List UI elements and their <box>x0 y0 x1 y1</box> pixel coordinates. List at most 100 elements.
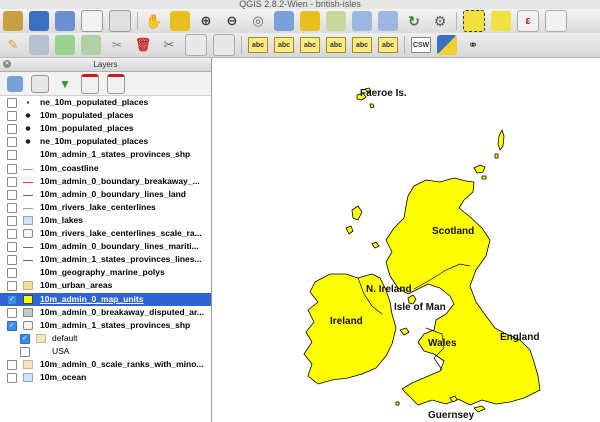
layer-visibility-checkbox[interactable] <box>7 111 17 122</box>
paste-features-icon[interactable] <box>213 34 235 56</box>
layer-name: ne_10m_populated_places <box>40 136 149 147</box>
layer-row[interactable]: 10m_rivers_lake_centerlines_scale_ra... <box>0 227 211 240</box>
copy-features-icon[interactable] <box>185 34 207 56</box>
highlight-labels-icon[interactable]: abc <box>300 37 320 53</box>
layer-row[interactable]: 10m_admin_1_states_provinces_shp <box>0 148 211 161</box>
zoom-in-icon[interactable]: ⊕ <box>196 11 216 31</box>
layer-visibility-checkbox[interactable] <box>7 163 17 174</box>
node-tool-icon[interactable]: ✂ <box>107 35 127 55</box>
pin-labels-icon[interactable]: abc <box>274 37 294 53</box>
layer-row[interactable]: 10m_ocean <box>0 371 211 384</box>
layer-visibility-checkbox[interactable] <box>7 307 17 318</box>
layer-row[interactable]: 10m_admin_0_boundary_lines_mariti... <box>0 240 211 253</box>
layer-row[interactable]: 10m_populated_places <box>0 109 211 122</box>
layer-row[interactable]: 10m_urban_areas <box>0 279 211 292</box>
layer-row[interactable]: 10m_admin_0_boundary_lines_land <box>0 188 211 201</box>
zoom-next-icon[interactable] <box>378 11 398 31</box>
pan-icon[interactable]: ✋ <box>144 11 164 31</box>
deselect-icon[interactable] <box>491 11 511 31</box>
open-project-icon[interactable] <box>3 11 23 31</box>
python-console-icon[interactable] <box>437 35 457 55</box>
map-label-wales: Wales <box>428 338 457 349</box>
toggle-editing-icon[interactable] <box>29 35 49 55</box>
layer-row[interactable]: 10m_rivers_lake_centerlines <box>0 201 211 214</box>
layer-row[interactable]: 10m_admin_0_map_units <box>0 292 211 306</box>
zoom-to-layer-icon[interactable] <box>326 11 346 31</box>
layer-visibility-checkbox[interactable] <box>20 346 30 357</box>
close-panel-icon[interactable]: ✕ <box>3 60 11 68</box>
move-feature-icon[interactable] <box>81 35 101 55</box>
layer-visibility-checkbox[interactable] <box>7 268 17 279</box>
layer-visibility-checkbox[interactable] <box>7 189 17 200</box>
layer-symbol-icon <box>23 229 33 238</box>
zoom-to-selection-icon[interactable] <box>300 11 320 31</box>
map-canvas[interactable]: Faeroe Is. Scotland N. Ireland Isle of M… <box>212 58 600 422</box>
layer-visibility-checkbox[interactable] <box>20 332 30 345</box>
layer-visibility-checkbox[interactable] <box>7 176 17 187</box>
layer-symbol-icon <box>36 347 46 356</box>
layer-row[interactable]: 10m_admin_1_states_provinces_lines... <box>0 253 211 266</box>
layer-visibility-checkbox[interactable] <box>7 202 17 213</box>
layer-row[interactable]: default <box>0 332 211 345</box>
layer-visibility-checkbox[interactable] <box>7 255 17 266</box>
pan-to-selection-icon[interactable] <box>170 11 190 31</box>
select-features-icon[interactable] <box>463 10 485 32</box>
map-label-n-ireland: N. Ireland <box>366 284 412 295</box>
layer-visibility-checkbox[interactable] <box>7 229 17 239</box>
layer-visibility-checkbox[interactable] <box>7 319 17 332</box>
new-print-composer-icon[interactable] <box>81 10 103 32</box>
rotate-label-icon[interactable]: abc <box>352 37 372 53</box>
field-calculator-icon[interactable]: ε <box>517 10 539 32</box>
attribute-table-icon[interactable] <box>545 10 567 32</box>
layer-name: 10m_ocean <box>40 372 87 383</box>
identify-icon[interactable]: ⚙ <box>430 11 450 31</box>
layer-row[interactable]: 10m_admin_1_states_provinces_shp <box>0 319 211 332</box>
layer-row[interactable]: 10m_admin_0_breakaway_disputed_ar... <box>0 306 211 319</box>
layer-visibility-checkbox[interactable] <box>7 150 17 161</box>
main-toolbar: ✋ ⊕ ⊖ ◎ ↻ ⚙ ε <box>0 9 600 33</box>
add-group-icon[interactable] <box>31 74 49 93</box>
layer-visibility-checkbox[interactable] <box>7 373 17 384</box>
layer-visibility-checkbox[interactable] <box>7 137 17 148</box>
composer-manager-icon[interactable] <box>109 10 131 32</box>
zoom-out-icon[interactable]: ⊖ <box>222 11 242 31</box>
zoom-native-icon[interactable]: ◎ <box>248 11 268 31</box>
save-project-icon[interactable] <box>29 11 49 31</box>
expand-all-icon[interactable] <box>81 73 99 94</box>
layer-symbol-icon <box>23 242 33 249</box>
save-as-icon[interactable] <box>55 11 75 31</box>
change-label-icon[interactable]: abc <box>378 37 398 53</box>
cut-features-icon[interactable]: ✂ <box>159 35 179 55</box>
layer-row[interactable]: 10m_geography_marine_polys <box>0 266 211 279</box>
zoom-last-icon[interactable] <box>352 11 372 31</box>
layer-row[interactable]: 10m_populated_places <box>0 122 211 135</box>
layer-row[interactable]: ne_10m_populated_places <box>0 96 211 109</box>
binoculars-icon[interactable]: ⚭ <box>463 35 483 55</box>
layer-symbol-icon <box>23 373 33 383</box>
layer-visibility-checkbox[interactable] <box>7 293 17 306</box>
layer-visibility-checkbox[interactable] <box>7 124 17 135</box>
layer-row[interactable]: ne_10m_populated_places <box>0 135 211 148</box>
layer-row[interactable]: 10m_lakes <box>0 214 211 227</box>
layer-visibility-checkbox[interactable] <box>7 360 17 370</box>
collapse-all-icon[interactable] <box>107 73 125 94</box>
add-feature-icon[interactable] <box>55 35 75 55</box>
open-layer-styling-icon[interactable] <box>7 75 23 92</box>
hebrides-shape <box>345 225 354 235</box>
current-edits-icon[interactable]: ✎ <box>3 35 23 55</box>
layer-visibility-checkbox[interactable] <box>7 281 17 292</box>
layer-visibility-checkbox[interactable] <box>7 242 17 253</box>
filter-legend-icon[interactable]: ▼ <box>57 76 73 92</box>
layer-row[interactable]: 10m_coastline <box>0 162 211 175</box>
csw-icon[interactable]: CSW <box>411 37 431 53</box>
layer-row[interactable]: 10m_admin_0_scale_ranks_with_mino... <box>0 358 211 371</box>
layer-row[interactable]: USA <box>0 345 211 358</box>
layer-row[interactable]: 10m_admin_0_boundary_breakaway_... <box>0 175 211 188</box>
layer-visibility-checkbox[interactable] <box>7 215 17 226</box>
label-icon[interactable]: abc <box>248 37 268 53</box>
refresh-icon[interactable]: ↻ <box>404 11 424 31</box>
delete-selected-icon[interactable]: 🗑 <box>133 35 153 55</box>
move-label-icon[interactable]: abc <box>326 37 346 53</box>
layer-visibility-checkbox[interactable] <box>7 98 17 108</box>
zoom-full-icon[interactable] <box>274 11 294 31</box>
